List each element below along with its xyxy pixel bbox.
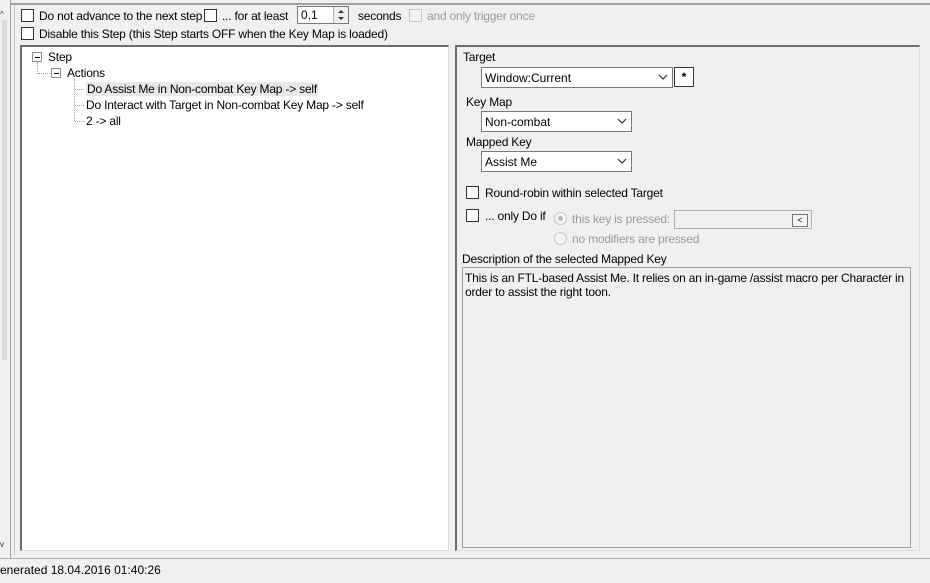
disable-step-checkbox[interactable] xyxy=(21,27,34,40)
tree-line-child-2 xyxy=(75,105,84,106)
left-gutter xyxy=(0,0,11,560)
key-map-label: Key Map xyxy=(466,95,512,109)
status-text: enerated 18.04.2016 01:40:26 xyxy=(0,563,161,577)
no-advance-checkbox[interactable] xyxy=(21,9,34,22)
round-robin-checkbox[interactable] xyxy=(466,186,479,199)
gutter-arrow-up-icon[interactable]: ^ xyxy=(0,10,4,19)
top-divider xyxy=(10,3,930,5)
target-extra-button[interactable]: * xyxy=(674,67,694,87)
duration-spinner[interactable]: 0,1 xyxy=(297,6,349,24)
description-text: This is an FTL-based Assist Me. It relie… xyxy=(465,271,904,299)
chevron-down-icon xyxy=(617,118,627,124)
target-dropdown[interactable]: Window:Current xyxy=(481,67,673,88)
tree-node-action-2[interactable]: Do Interact with Target in Non-combat Ke… xyxy=(86,98,364,112)
key-map-value: Non-combat xyxy=(485,115,551,129)
trigger-once-checkbox[interactable] xyxy=(409,9,422,22)
spinner-up-icon[interactable] xyxy=(334,7,348,15)
disable-step-label: Disable this Step (this Step starts OFF … xyxy=(39,27,388,41)
tree-line-actions xyxy=(38,73,50,74)
key-picker-button-label: < xyxy=(797,215,803,225)
target-extra-button-label: * xyxy=(681,70,687,84)
mapped-key-dropdown[interactable]: Assist Me xyxy=(481,151,632,172)
key-map-dropdown[interactable]: Non-combat xyxy=(481,111,632,132)
target-value: Window:Current xyxy=(485,71,572,85)
status-bar: enerated 18.04.2016 01:40:26 xyxy=(0,558,930,583)
seconds-label: seconds xyxy=(358,9,402,23)
inner-frame-left xyxy=(14,5,15,555)
tree-line-child-1 xyxy=(75,89,84,90)
tree-node-actions[interactable]: Actions xyxy=(67,66,105,80)
tree-line-children-vert xyxy=(74,79,75,121)
description-box: This is an FTL-based Assist Me. It relie… xyxy=(462,267,911,548)
gutter-scroll-thumb[interactable] xyxy=(2,20,7,360)
step-tree-panel[interactable] xyxy=(20,45,449,551)
tree-node-action-3[interactable]: 2 -> all xyxy=(86,114,121,128)
step-collapse-icon[interactable] xyxy=(32,52,42,62)
mapped-key-value: Assist Me xyxy=(485,155,538,169)
only-do-if-label: ... only Do if xyxy=(485,209,546,223)
trigger-once-label: and only trigger once xyxy=(427,9,535,23)
mapped-key-label: Mapped Key xyxy=(466,135,532,149)
chevron-down-icon xyxy=(658,74,668,80)
gutter-arrow-down-icon[interactable]: v xyxy=(0,540,4,549)
tree-line-child-3 xyxy=(75,121,84,122)
key-pressed-radio[interactable] xyxy=(554,212,567,225)
no-advance-label: Do not advance to the next step xyxy=(39,9,203,23)
key-picker-button[interactable]: < xyxy=(792,214,808,227)
description-label: Description of the selected Mapped Key xyxy=(462,252,667,266)
duration-value: 0,1 xyxy=(301,8,318,22)
actions-collapse-icon[interactable] xyxy=(51,68,61,78)
tree-node-step[interactable]: Step xyxy=(48,50,72,64)
tree-node-action-1[interactable]: Do Assist Me in Non-combat Key Map -> se… xyxy=(86,82,319,96)
chevron-down-icon xyxy=(617,158,627,164)
round-robin-label: Round-robin within selected Target xyxy=(485,186,663,200)
key-pressed-label: this key is pressed: xyxy=(572,212,671,226)
no-modifiers-label: no modifiers are pressed xyxy=(572,232,700,246)
spinner-down-icon[interactable] xyxy=(334,15,348,23)
for-at-least-label: ... for at least xyxy=(222,9,289,23)
target-label: Target xyxy=(463,50,496,64)
spinner-buttons[interactable] xyxy=(333,7,348,23)
for-at-least-checkbox[interactable] xyxy=(204,9,217,22)
key-picker-field[interactable]: < xyxy=(674,210,812,229)
only-do-if-checkbox[interactable] xyxy=(466,209,479,222)
no-modifiers-radio[interactable] xyxy=(554,232,567,245)
